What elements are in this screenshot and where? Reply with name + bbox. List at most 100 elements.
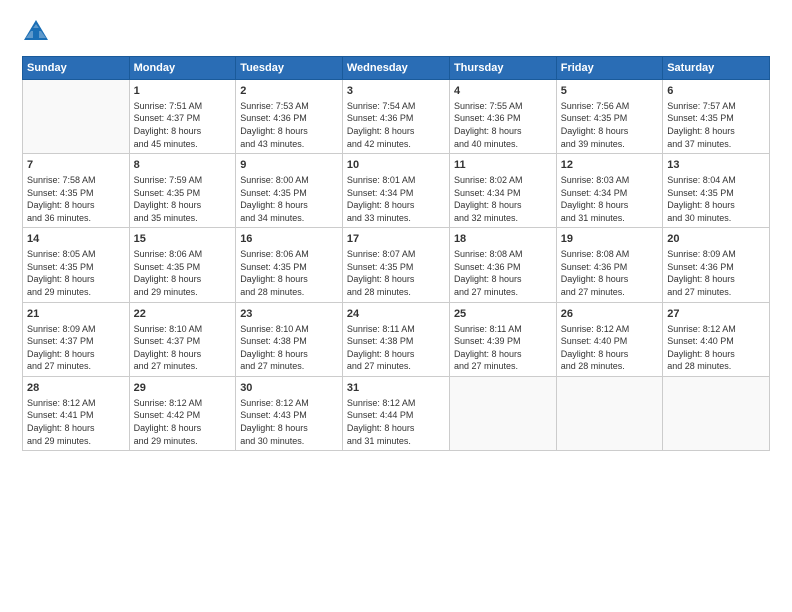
calendar-cell: 27Sunrise: 8:12 AM Sunset: 4:40 PM Dayli…: [663, 302, 770, 376]
day-info: Sunrise: 7:57 AM Sunset: 4:35 PM Dayligh…: [667, 100, 765, 150]
calendar-cell: 26Sunrise: 8:12 AM Sunset: 4:40 PM Dayli…: [556, 302, 662, 376]
day-info: Sunrise: 7:53 AM Sunset: 4:36 PM Dayligh…: [240, 100, 338, 150]
day-info: Sunrise: 7:59 AM Sunset: 4:35 PM Dayligh…: [134, 174, 232, 224]
day-info: Sunrise: 8:04 AM Sunset: 4:35 PM Dayligh…: [667, 174, 765, 224]
day-number: 30: [240, 381, 338, 396]
day-number: 10: [347, 158, 445, 173]
day-number: 6: [667, 84, 765, 99]
calendar-cell: 11Sunrise: 8:02 AM Sunset: 4:34 PM Dayli…: [449, 154, 556, 228]
weekday-header: Sunday: [23, 57, 130, 80]
day-info: Sunrise: 8:12 AM Sunset: 4:40 PM Dayligh…: [667, 323, 765, 373]
day-number: 25: [454, 307, 552, 322]
calendar-cell: 25Sunrise: 8:11 AM Sunset: 4:39 PM Dayli…: [449, 302, 556, 376]
weekday-header: Friday: [556, 57, 662, 80]
day-info: Sunrise: 8:12 AM Sunset: 4:44 PM Dayligh…: [347, 397, 445, 447]
day-info: Sunrise: 8:10 AM Sunset: 4:38 PM Dayligh…: [240, 323, 338, 373]
day-number: 12: [561, 158, 658, 173]
day-number: 17: [347, 232, 445, 247]
calendar-cell: 7Sunrise: 7:58 AM Sunset: 4:35 PM Daylig…: [23, 154, 130, 228]
day-info: Sunrise: 7:54 AM Sunset: 4:36 PM Dayligh…: [347, 100, 445, 150]
day-number: 1: [134, 84, 232, 99]
calendar-cell: 15Sunrise: 8:06 AM Sunset: 4:35 PM Dayli…: [129, 228, 236, 302]
day-number: 9: [240, 158, 338, 173]
day-info: Sunrise: 7:58 AM Sunset: 4:35 PM Dayligh…: [27, 174, 125, 224]
calendar-cell: 30Sunrise: 8:12 AM Sunset: 4:43 PM Dayli…: [236, 376, 343, 450]
day-number: 13: [667, 158, 765, 173]
weekday-header: Thursday: [449, 57, 556, 80]
calendar-cell: 19Sunrise: 8:08 AM Sunset: 4:36 PM Dayli…: [556, 228, 662, 302]
day-info: Sunrise: 8:06 AM Sunset: 4:35 PM Dayligh…: [240, 248, 338, 298]
calendar-cell: 28Sunrise: 8:12 AM Sunset: 4:41 PM Dayli…: [23, 376, 130, 450]
day-info: Sunrise: 8:12 AM Sunset: 4:40 PM Dayligh…: [561, 323, 658, 373]
calendar-cell: 29Sunrise: 8:12 AM Sunset: 4:42 PM Dayli…: [129, 376, 236, 450]
day-info: Sunrise: 7:55 AM Sunset: 4:36 PM Dayligh…: [454, 100, 552, 150]
calendar-cell: 17Sunrise: 8:07 AM Sunset: 4:35 PM Dayli…: [342, 228, 449, 302]
day-info: Sunrise: 8:08 AM Sunset: 4:36 PM Dayligh…: [454, 248, 552, 298]
day-number: 26: [561, 307, 658, 322]
day-number: 8: [134, 158, 232, 173]
day-info: Sunrise: 7:56 AM Sunset: 4:35 PM Dayligh…: [561, 100, 658, 150]
weekday-header: Monday: [129, 57, 236, 80]
calendar-cell: 6Sunrise: 7:57 AM Sunset: 4:35 PM Daylig…: [663, 80, 770, 154]
logo: [22, 18, 54, 46]
day-info: Sunrise: 8:10 AM Sunset: 4:37 PM Dayligh…: [134, 323, 232, 373]
calendar-cell: 24Sunrise: 8:11 AM Sunset: 4:38 PM Dayli…: [342, 302, 449, 376]
day-number: 14: [27, 232, 125, 247]
day-number: 29: [134, 381, 232, 396]
day-info: Sunrise: 8:03 AM Sunset: 4:34 PM Dayligh…: [561, 174, 658, 224]
day-number: 31: [347, 381, 445, 396]
weekday-header: Saturday: [663, 57, 770, 80]
day-info: Sunrise: 8:01 AM Sunset: 4:34 PM Dayligh…: [347, 174, 445, 224]
day-info: Sunrise: 8:05 AM Sunset: 4:35 PM Dayligh…: [27, 248, 125, 298]
logo-icon: [22, 18, 50, 46]
calendar-cell: [556, 376, 662, 450]
calendar-cell: 2Sunrise: 7:53 AM Sunset: 4:36 PM Daylig…: [236, 80, 343, 154]
day-info: Sunrise: 8:06 AM Sunset: 4:35 PM Dayligh…: [134, 248, 232, 298]
day-info: Sunrise: 7:51 AM Sunset: 4:37 PM Dayligh…: [134, 100, 232, 150]
day-number: 15: [134, 232, 232, 247]
day-number: 11: [454, 158, 552, 173]
day-info: Sunrise: 8:09 AM Sunset: 4:36 PM Dayligh…: [667, 248, 765, 298]
calendar-cell: [663, 376, 770, 450]
day-info: Sunrise: 8:11 AM Sunset: 4:39 PM Dayligh…: [454, 323, 552, 373]
day-number: 24: [347, 307, 445, 322]
calendar-cell: 22Sunrise: 8:10 AM Sunset: 4:37 PM Dayli…: [129, 302, 236, 376]
page-header: [22, 18, 770, 46]
calendar-cell: 31Sunrise: 8:12 AM Sunset: 4:44 PM Dayli…: [342, 376, 449, 450]
day-number: 19: [561, 232, 658, 247]
day-number: 16: [240, 232, 338, 247]
day-number: 22: [134, 307, 232, 322]
calendar-cell: 16Sunrise: 8:06 AM Sunset: 4:35 PM Dayli…: [236, 228, 343, 302]
calendar-cell: 5Sunrise: 7:56 AM Sunset: 4:35 PM Daylig…: [556, 80, 662, 154]
calendar-cell: 21Sunrise: 8:09 AM Sunset: 4:37 PM Dayli…: [23, 302, 130, 376]
day-number: 20: [667, 232, 765, 247]
calendar-cell: 1Sunrise: 7:51 AM Sunset: 4:37 PM Daylig…: [129, 80, 236, 154]
day-number: 3: [347, 84, 445, 99]
calendar-cell: 23Sunrise: 8:10 AM Sunset: 4:38 PM Dayli…: [236, 302, 343, 376]
day-info: Sunrise: 8:12 AM Sunset: 4:41 PM Dayligh…: [27, 397, 125, 447]
day-number: 21: [27, 307, 125, 322]
day-number: 18: [454, 232, 552, 247]
day-info: Sunrise: 8:09 AM Sunset: 4:37 PM Dayligh…: [27, 323, 125, 373]
calendar-cell: 13Sunrise: 8:04 AM Sunset: 4:35 PM Dayli…: [663, 154, 770, 228]
day-info: Sunrise: 8:08 AM Sunset: 4:36 PM Dayligh…: [561, 248, 658, 298]
weekday-header: Wednesday: [342, 57, 449, 80]
calendar-cell: 8Sunrise: 7:59 AM Sunset: 4:35 PM Daylig…: [129, 154, 236, 228]
day-number: 4: [454, 84, 552, 99]
day-number: 5: [561, 84, 658, 99]
day-info: Sunrise: 8:11 AM Sunset: 4:38 PM Dayligh…: [347, 323, 445, 373]
calendar-cell: 4Sunrise: 7:55 AM Sunset: 4:36 PM Daylig…: [449, 80, 556, 154]
day-number: 23: [240, 307, 338, 322]
day-number: 7: [27, 158, 125, 173]
calendar-cell: 14Sunrise: 8:05 AM Sunset: 4:35 PM Dayli…: [23, 228, 130, 302]
calendar-cell: [23, 80, 130, 154]
day-number: 27: [667, 307, 765, 322]
day-number: 28: [27, 381, 125, 396]
day-number: 2: [240, 84, 338, 99]
day-info: Sunrise: 8:07 AM Sunset: 4:35 PM Dayligh…: [347, 248, 445, 298]
calendar-cell: 12Sunrise: 8:03 AM Sunset: 4:34 PM Dayli…: [556, 154, 662, 228]
calendar-cell: [449, 376, 556, 450]
calendar-cell: 10Sunrise: 8:01 AM Sunset: 4:34 PM Dayli…: [342, 154, 449, 228]
calendar-cell: 20Sunrise: 8:09 AM Sunset: 4:36 PM Dayli…: [663, 228, 770, 302]
calendar-cell: 3Sunrise: 7:54 AM Sunset: 4:36 PM Daylig…: [342, 80, 449, 154]
